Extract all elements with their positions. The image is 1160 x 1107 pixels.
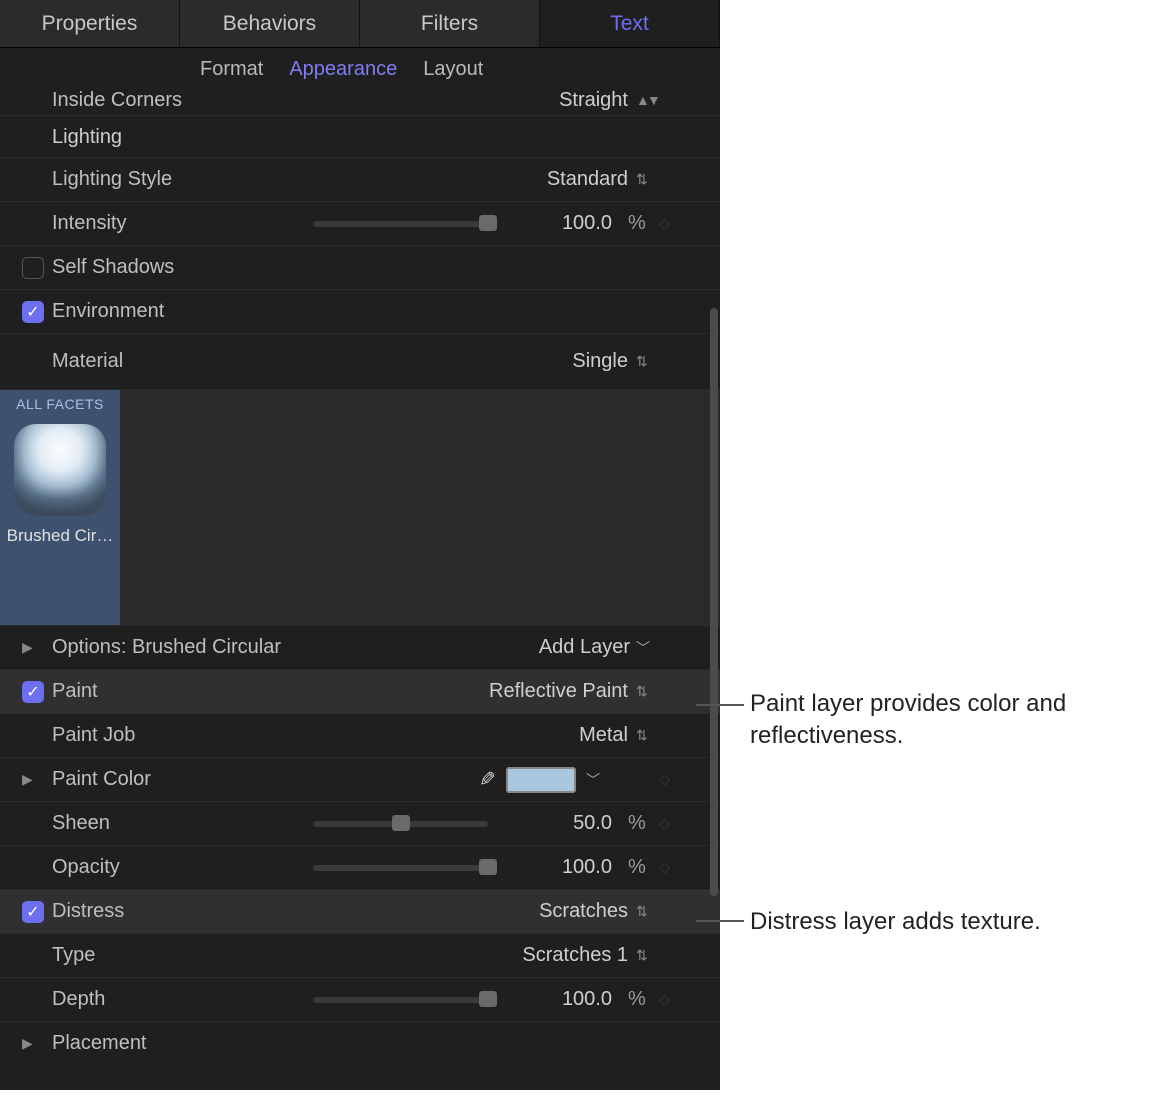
keyframe-diamond-icon[interactable]: ◇	[659, 771, 670, 788]
eyedropper-icon[interactable]: ✎	[479, 767, 496, 792]
paint-color-well[interactable]	[506, 767, 576, 793]
chevron-updown-icon: ⇅	[636, 353, 650, 370]
options-label: Options: Brushed Circular	[52, 636, 332, 659]
annotation-paint: Paint layer provides color and reflectiv…	[750, 688, 1130, 753]
sheen-slider[interactable]	[313, 821, 488, 827]
self-shadows-label: Self Shadows	[52, 256, 650, 279]
intensity-slider[interactable]	[313, 221, 488, 227]
distress-subtype-popup[interactable]: Scratches 1 ⇅	[522, 944, 650, 967]
lighting-style-value: Standard	[547, 168, 628, 191]
inspector-panel: Properties Behaviors Filters Text Format…	[0, 0, 720, 1090]
disclosure-triangle-icon[interactable]: ▶	[22, 771, 33, 788]
depth-value[interactable]: 100.0	[508, 988, 618, 1011]
disclosure-triangle-icon[interactable]: ▶	[22, 1035, 33, 1052]
chevron-updown-icon: ▲▼	[636, 92, 650, 108]
leader-line	[696, 704, 744, 706]
add-layer-label: Add Layer	[539, 636, 630, 659]
scrollbar-thumb[interactable]	[710, 308, 718, 896]
sheen-unit: %	[628, 812, 650, 835]
paint-job-popup[interactable]: Metal ⇅	[579, 724, 650, 747]
self-shadows-checkbox[interactable]	[22, 257, 44, 279]
distress-type-label: Type	[52, 944, 222, 967]
disclosure-triangle-icon[interactable]: ▶	[22, 639, 33, 656]
keyframe-diamond-icon[interactable]: ◇	[659, 215, 670, 232]
chevron-updown-icon: ⇅	[636, 171, 650, 188]
sheen-value[interactable]: 50.0	[508, 812, 618, 835]
material-name: Brushed Cir…	[0, 526, 120, 546]
opacity-label: Opacity	[52, 856, 222, 879]
add-layer-popup[interactable]: Add Layer ﹀	[539, 636, 650, 659]
material-thumbnail	[14, 424, 106, 516]
annotation-distress: Distress layer adds texture.	[750, 906, 1150, 938]
chevron-updown-icon: ⇅	[636, 903, 650, 920]
paint-type-popup[interactable]: Reflective Paint ⇅	[489, 680, 650, 703]
main-tab-bar: Properties Behaviors Filters Text	[0, 0, 720, 48]
distress-layer-row[interactable]: ✓ Distress Scratches ⇅	[0, 889, 720, 933]
facet-all-label: ALL FACETS	[0, 396, 120, 418]
environment-checkbox[interactable]: ✓	[22, 301, 44, 323]
chevron-updown-icon: ⇅	[636, 727, 650, 744]
intensity-value[interactable]: 100.0	[508, 212, 618, 235]
chevron-updown-icon: ⇅	[636, 683, 650, 700]
distress-value: Scratches	[539, 900, 628, 923]
paint-label: Paint	[52, 680, 222, 703]
scrollbar[interactable]	[708, 308, 720, 908]
inside-corners-value: Straight	[559, 89, 628, 112]
material-facet-strip: ALL FACETS Brushed Cir…	[0, 389, 720, 625]
distress-checkbox[interactable]: ✓	[22, 901, 44, 923]
chevron-updown-icon: ⇅	[636, 947, 650, 964]
opacity-slider[interactable]	[313, 865, 488, 871]
intensity-label: Intensity	[52, 212, 222, 235]
material-label: Material	[52, 350, 222, 373]
intensity-unit: %	[628, 212, 650, 235]
subtab-appearance[interactable]: Appearance	[289, 58, 397, 81]
material-value: Single	[572, 350, 628, 373]
paint-job-value: Metal	[579, 724, 628, 747]
lighting-style-popup[interactable]: Standard ⇅	[547, 168, 650, 191]
subtab-layout[interactable]: Layout	[423, 58, 483, 81]
environment-label: Environment	[52, 300, 650, 323]
paint-job-label: Paint Job	[52, 724, 222, 747]
tab-filters[interactable]: Filters	[360, 0, 540, 47]
lighting-style-label: Lighting Style	[52, 168, 222, 191]
material-popup[interactable]: Single ⇅	[572, 350, 650, 373]
chevron-down-icon: ﹀	[636, 638, 650, 658]
paint-color-label: Paint Color	[52, 768, 222, 791]
depth-slider[interactable]	[313, 997, 488, 1003]
paint-layer-row[interactable]: ✓ Paint Reflective Paint ⇅	[0, 669, 720, 713]
distress-label: Distress	[52, 900, 222, 923]
inside-corners-label: Inside Corners	[52, 89, 222, 112]
tab-behaviors[interactable]: Behaviors	[180, 0, 360, 47]
opacity-value[interactable]: 100.0	[508, 856, 618, 879]
keyframe-diamond-icon[interactable]: ◇	[659, 815, 670, 832]
leader-line	[696, 920, 744, 922]
sheen-label: Sheen	[52, 812, 222, 835]
placement-label: Placement	[52, 1032, 650, 1055]
tab-properties[interactable]: Properties	[0, 0, 180, 47]
chevron-down-icon[interactable]: ﹀	[586, 770, 600, 790]
distress-type-popup[interactable]: Scratches ⇅	[539, 900, 650, 923]
subtab-format[interactable]: Format	[200, 58, 263, 81]
keyframe-diamond-icon[interactable]: ◇	[659, 991, 670, 1008]
opacity-unit: %	[628, 856, 650, 879]
distress-subtype-value: Scratches 1	[522, 944, 628, 967]
inside-corners-popup[interactable]: Straight ▲▼	[559, 89, 650, 112]
lighting-header: Lighting	[0, 115, 720, 157]
depth-label: Depth	[52, 988, 222, 1011]
keyframe-diamond-icon[interactable]: ◇	[659, 859, 670, 876]
paint-type-value: Reflective Paint	[489, 680, 628, 703]
paint-checkbox[interactable]: ✓	[22, 681, 44, 703]
depth-unit: %	[628, 988, 650, 1011]
tab-text[interactable]: Text	[540, 0, 720, 47]
facet-all[interactable]: ALL FACETS Brushed Cir…	[0, 390, 120, 626]
